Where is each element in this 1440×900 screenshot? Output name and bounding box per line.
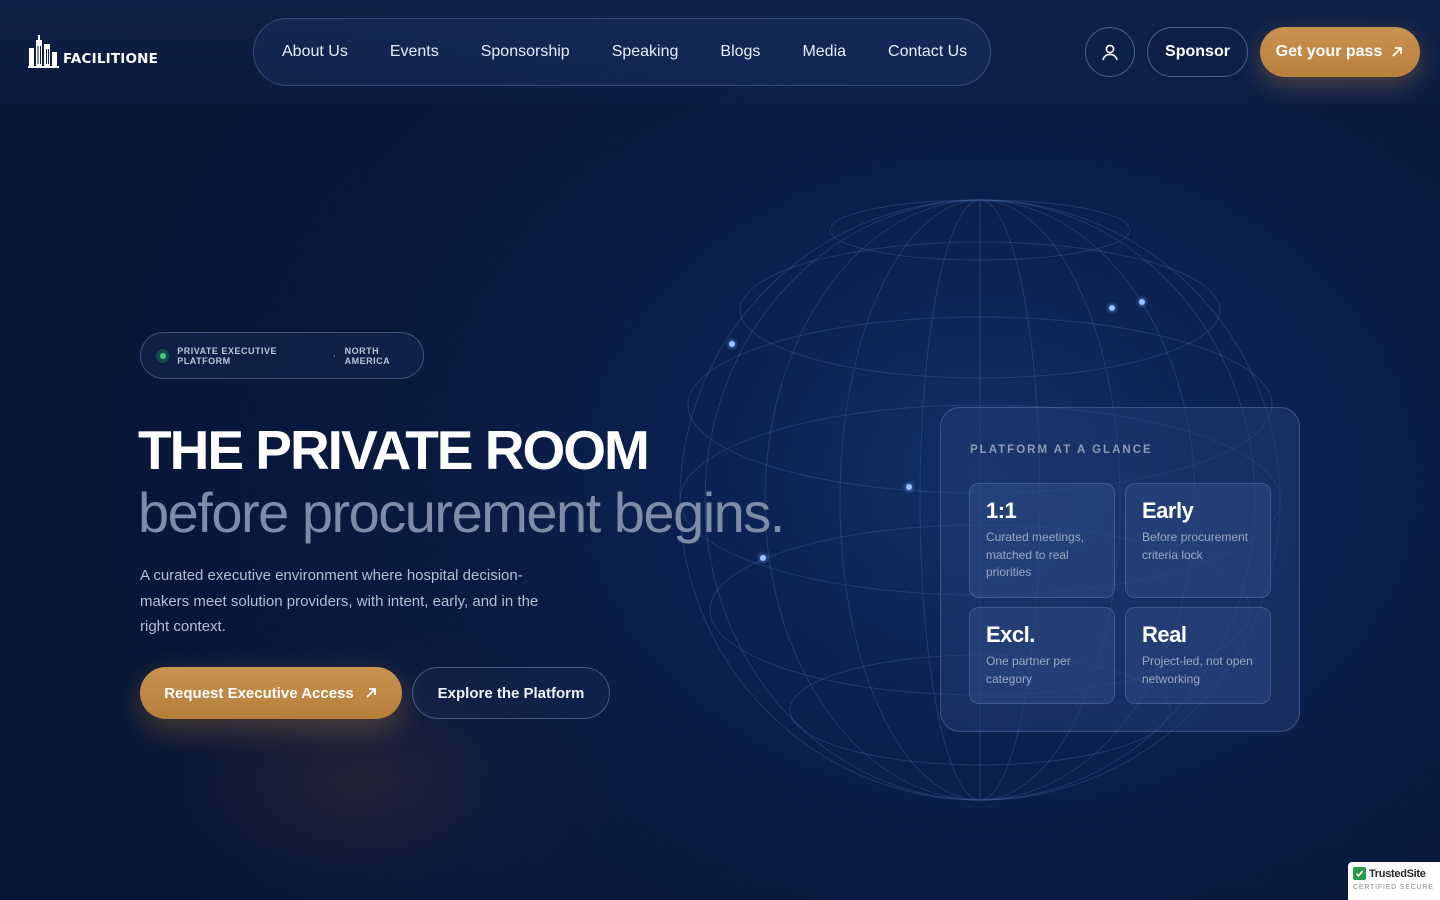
status-dot-icon bbox=[156, 348, 170, 363]
trust-seal-name: TrustedSite bbox=[1369, 867, 1426, 880]
stat-card-meetings: 1:1 Curated meetings, matched to real pr… bbox=[969, 483, 1115, 598]
get-pass-label: Get your pass bbox=[1275, 43, 1383, 60]
stat-value: Early bbox=[1142, 498, 1194, 523]
nav-item-events[interactable]: Events bbox=[390, 43, 439, 61]
glance-title: PLATFORM AT A GLANCE bbox=[970, 444, 1153, 456]
stat-value: 1:1 bbox=[986, 498, 1017, 523]
badge-right-text: NORTH AMERICA bbox=[344, 345, 391, 366]
background-glow bbox=[100, 620, 620, 900]
explore-platform-button[interactable]: Explore the Platform bbox=[412, 667, 610, 719]
badge-left-text: PRIVATE EXECUTIVE PLATFORM bbox=[177, 345, 277, 366]
get-pass-button[interactable]: Get your pass bbox=[1260, 27, 1420, 77]
hero-title: THE PRIVATE ROOM bbox=[138, 419, 650, 481]
nav-item-blogs[interactable]: Blogs bbox=[720, 43, 760, 61]
brand-name: FACILITIONE bbox=[63, 51, 159, 67]
trust-seal-subtitle: CERTIFIED SECURE bbox=[1353, 884, 1434, 891]
hero-lead: A curated executive environment where ho… bbox=[140, 567, 539, 635]
main-nav: About Us Events Sponsorship Speaking Blo… bbox=[253, 18, 991, 86]
badge-separator: · bbox=[333, 350, 337, 361]
stat-card-real: Real Project-led, not open networking bbox=[1125, 607, 1271, 704]
nav-item-media[interactable]: Media bbox=[802, 43, 846, 61]
stat-value: Real bbox=[1142, 622, 1187, 647]
hero-subtitle: before procurement begins. bbox=[138, 481, 785, 544]
platform-glance-panel: PLATFORM AT A GLANCE 1:1 Curated meeting… bbox=[940, 407, 1300, 732]
nav-item-contact-us[interactable]: Contact Us bbox=[888, 43, 967, 61]
arrow-up-right-icon bbox=[366, 688, 376, 698]
stat-card-exclusive: Excl. One partner per category bbox=[969, 607, 1115, 704]
trusted-site-seal[interactable]: TrustedSite CERTIFIED SECURE bbox=[1348, 862, 1440, 900]
arrow-up-right-icon bbox=[1392, 47, 1403, 57]
stat-description: Project-led, not open networking bbox=[1142, 654, 1253, 686]
request-access-label: Request Executive Access bbox=[164, 684, 354, 702]
platform-badge: PRIVATE EXECUTIVE PLATFORM · NORTH AMERI… bbox=[140, 332, 424, 379]
stat-description: Curated meetings, matched to real priori… bbox=[986, 530, 1085, 579]
nav-item-speaking[interactable]: Speaking bbox=[612, 43, 679, 61]
stat-card-early: Early Before procurement criteria lock bbox=[1125, 483, 1271, 598]
stat-description: One partner per category bbox=[986, 654, 1071, 686]
stat-value: Excl. bbox=[986, 622, 1035, 647]
sponsor-button[interactable]: Sponsor bbox=[1147, 27, 1248, 77]
checkmark-icon bbox=[1353, 867, 1366, 880]
building-logo-icon bbox=[28, 35, 59, 68]
stat-description: Before procurement criteria lock bbox=[1142, 530, 1249, 562]
user-icon bbox=[1102, 44, 1118, 61]
nav-item-about-us[interactable]: About Us bbox=[282, 43, 348, 61]
brand-logo[interactable]: FACILITIONE bbox=[28, 34, 158, 68]
account-button[interactable] bbox=[1085, 27, 1135, 77]
request-access-button[interactable]: Request Executive Access bbox=[140, 667, 402, 719]
nav-item-sponsorship[interactable]: Sponsorship bbox=[481, 43, 570, 61]
